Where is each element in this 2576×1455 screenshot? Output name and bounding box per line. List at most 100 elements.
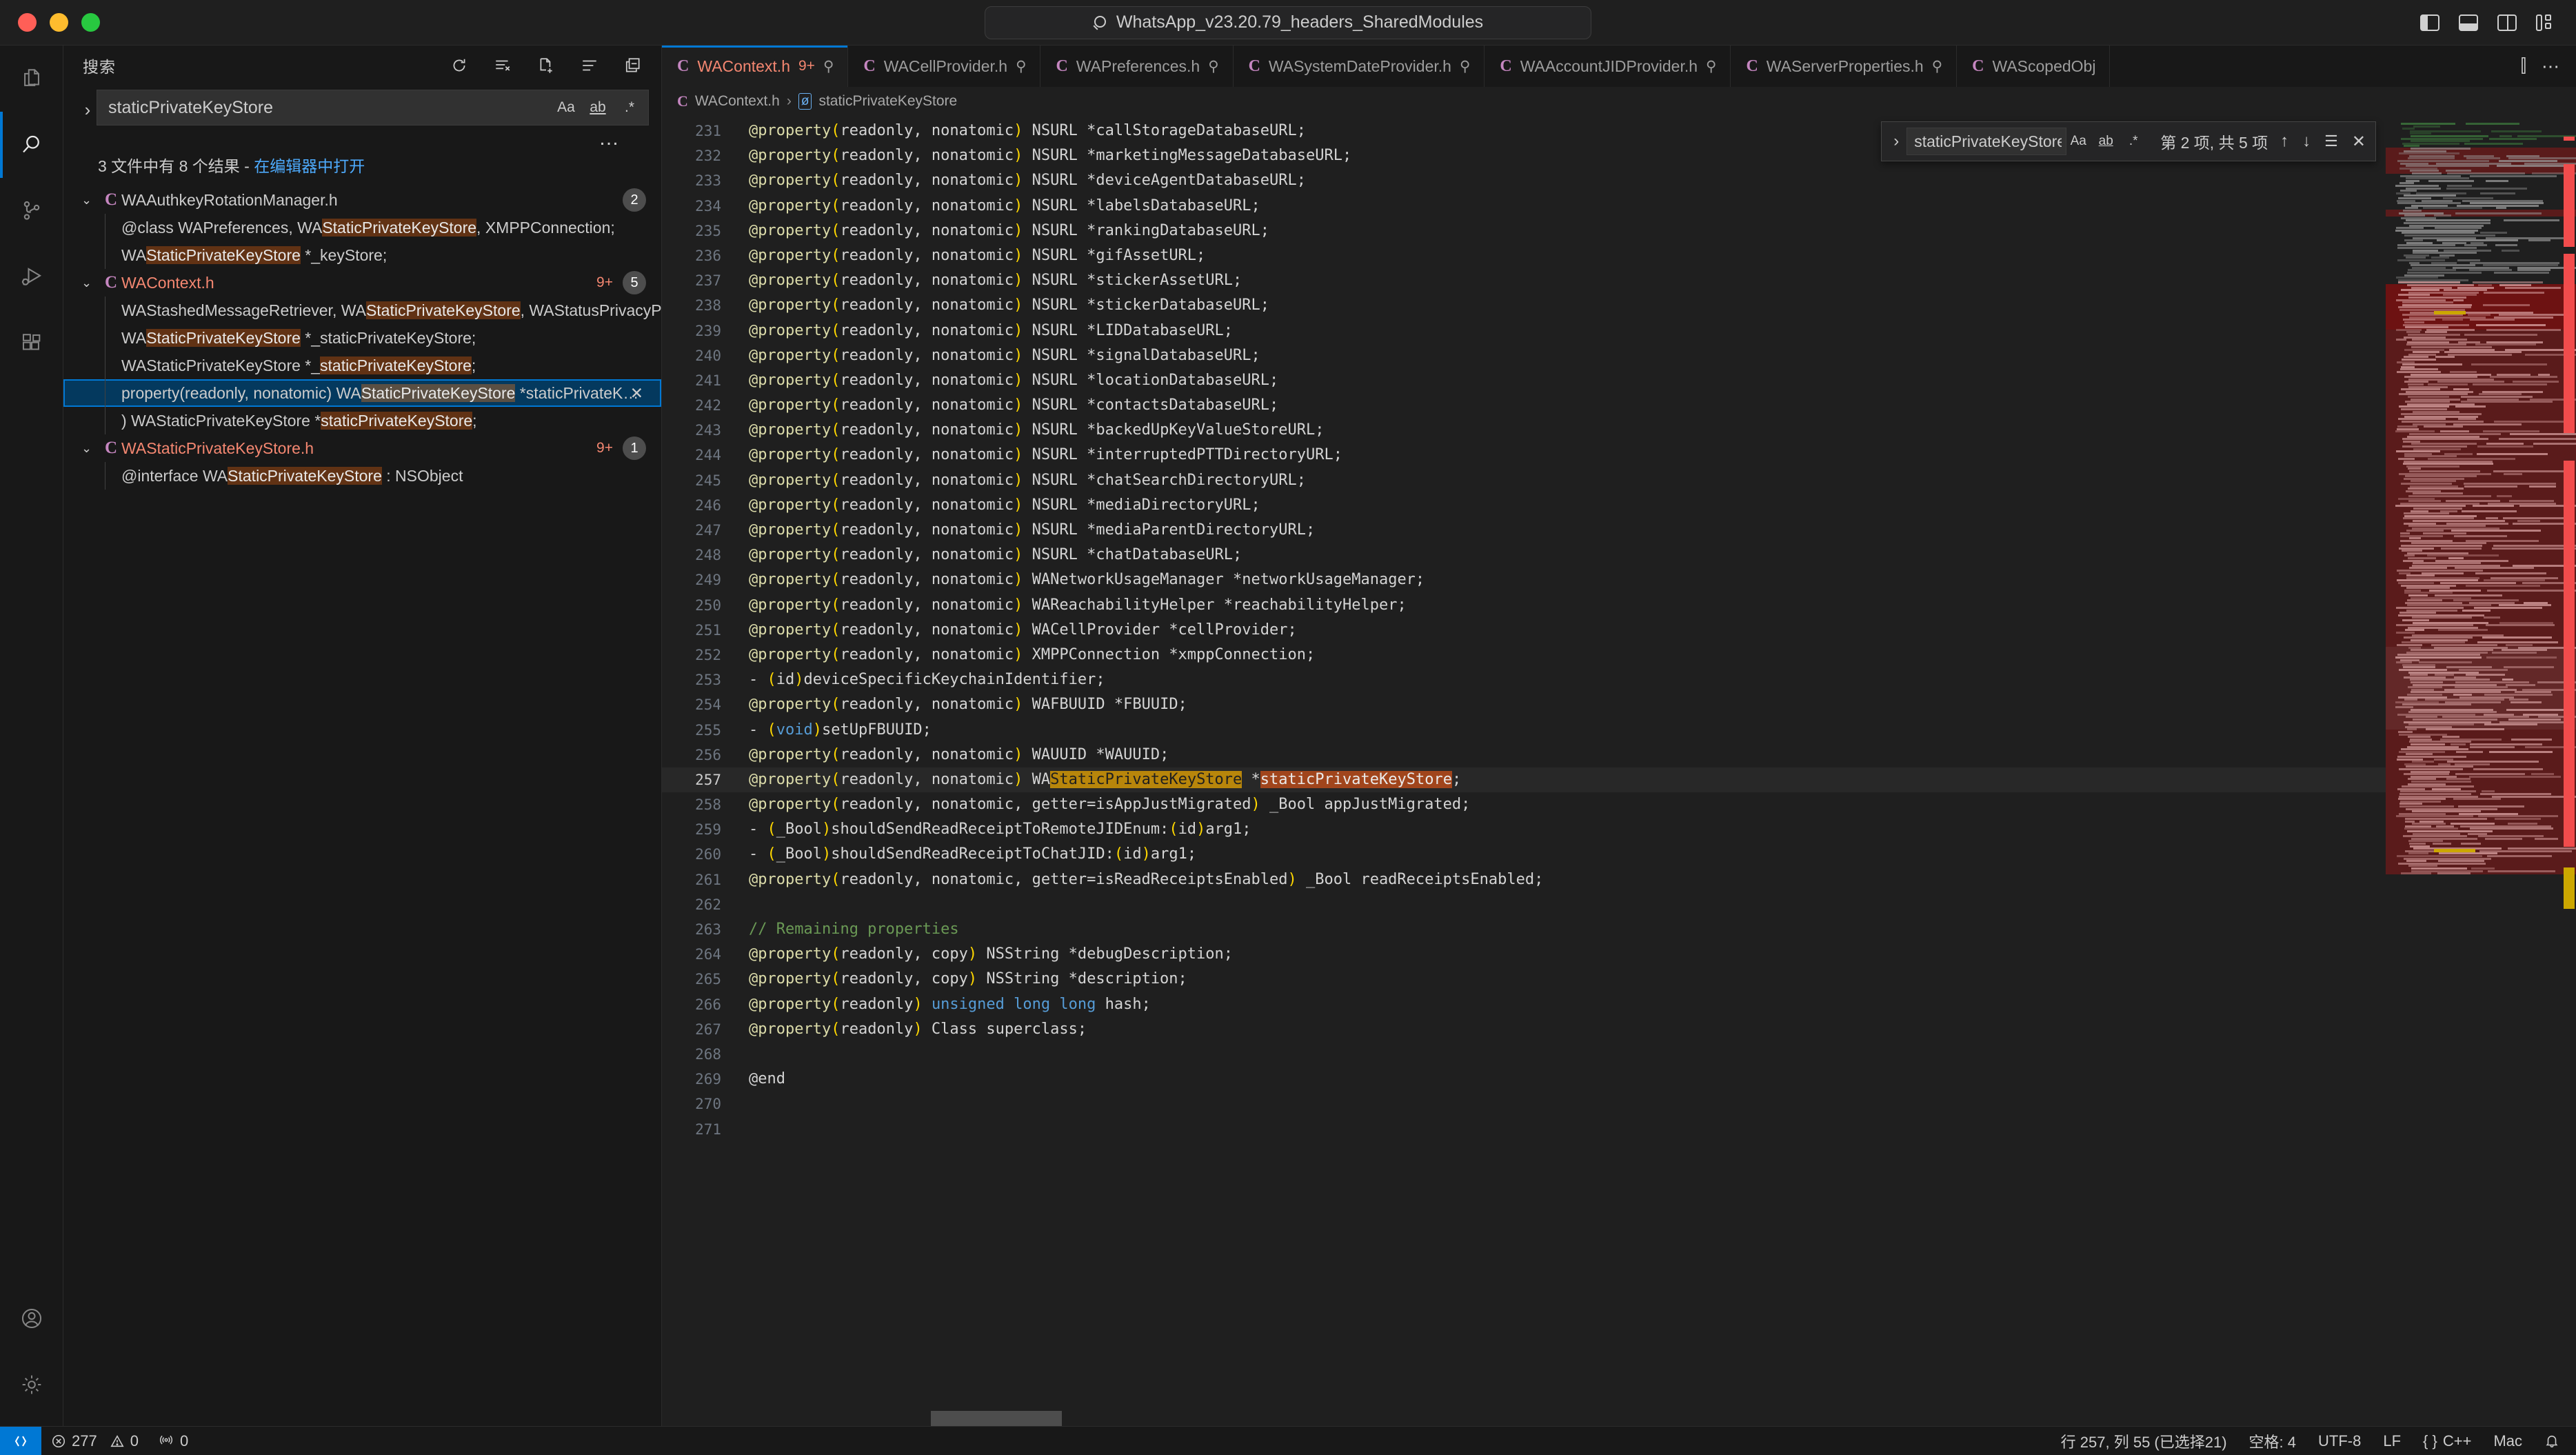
code-line[interactable]: 266 @property(readonly) unsigned long lon… xyxy=(662,992,2386,1017)
minimap-viewport[interactable] xyxy=(2386,647,2576,730)
search-result-match-row[interactable]: WAStaticPrivateKeyStore *_staticPrivateK… xyxy=(63,352,661,379)
code-line[interactable]: 244 @property(readonly, nonatomic) NSURL … xyxy=(662,443,2386,468)
collapse-all-icon[interactable] xyxy=(620,52,646,79)
code-lines[interactable]: 231 @property(readonly, nonatomic) NSURL … xyxy=(662,116,2386,1142)
breadcrumb-file[interactable]: WAContext.h xyxy=(695,93,780,110)
pin-icon[interactable]: ⚲ xyxy=(823,58,834,75)
code-line[interactable]: 251 @property(readonly, nonatomic) WACell… xyxy=(662,618,2386,643)
toggle-panel-icon[interactable] xyxy=(2459,14,2478,31)
code-line[interactable]: 257 @property(readonly, nonatomic) WAStat… xyxy=(662,767,2386,793)
clear-results-icon[interactable] xyxy=(490,52,516,79)
search-result-match-row[interactable]: @class WAPreferences, WAStaticPrivateKey… xyxy=(63,214,661,241)
code-line[interactable]: 247 @property(readonly, nonatomic) NSURL … xyxy=(662,518,2386,543)
search-input[interactable]: staticPrivateKeyStore Aa ab .* xyxy=(97,90,649,126)
problems-status[interactable]: 277 0 xyxy=(41,1427,148,1455)
editor-tab[interactable]: C WAContext.h 9+ ⚲ xyxy=(662,46,849,87)
match-whole-word-icon[interactable]: ab xyxy=(585,94,611,121)
pin-icon[interactable]: ⚲ xyxy=(1460,58,1470,75)
find-input[interactable]: staticPrivateKeyStore xyxy=(1906,128,2067,155)
code-line[interactable]: 254 @property(readonly, nonatomic) WAFBUU… xyxy=(662,692,2386,717)
breadcrumb[interactable]: C WAContext.h › ø staticPrivateKeyStore xyxy=(662,87,2576,116)
view-as-list-icon[interactable] xyxy=(576,52,603,79)
search-result-match-row[interactable]: @interface WAStaticPrivateKeyStore : NSO… xyxy=(63,462,661,490)
pin-icon[interactable]: ⚲ xyxy=(1208,58,1218,75)
code-line[interactable]: 255 - (void)setUpFBUUID; xyxy=(662,718,2386,743)
code-line[interactable]: 249 @property(readonly, nonatomic) WANetw… xyxy=(662,568,2386,592)
search-results-tree[interactable]: ⌄ C WAAuthkeyRotationManager.h 2 @class WAPr… xyxy=(63,183,661,1426)
code-line[interactable]: 241 @property(readonly, nonatomic) NSURL … xyxy=(662,368,2386,393)
code-line[interactable]: 260- (_Bool)shouldSendReadReceiptToChatJ… xyxy=(662,842,2386,867)
ports-status[interactable]: 0 xyxy=(148,1427,198,1455)
code-line[interactable]: 243 @property(readonly, nonatomic) NSURL … xyxy=(662,418,2386,443)
code-line[interactable]: 259- (_Bool)shouldSendReadReceiptToRemot… xyxy=(662,817,2386,842)
find-in-selection-icon[interactable]: ☰ xyxy=(2324,132,2338,150)
code-line[interactable]: 248 @property(readonly, nonatomic) NSURL … xyxy=(662,543,2386,568)
code-line[interactable]: 258 @property(readonly, nonatomic, getter… xyxy=(662,792,2386,817)
pin-icon[interactable]: ⚲ xyxy=(1932,58,1942,75)
pin-icon[interactable]: ⚲ xyxy=(1706,58,1716,75)
code-line[interactable]: 267 @property(readonly) Class superclass; xyxy=(662,1017,2386,1042)
code-line[interactable]: 237 @property(readonly, nonatomic) NSURL … xyxy=(662,268,2386,293)
search-result-file-row[interactable]: ⌄ C WAContext.h 9+ 5 xyxy=(63,269,661,297)
language-mode-status[interactable]: { } C++ xyxy=(2412,1427,2482,1455)
editor-tab[interactable]: C WAScopedObj xyxy=(1957,46,2111,87)
code-line[interactable]: 240 @property(readonly, nonatomic) NSURL … xyxy=(662,343,2386,368)
match-case-icon[interactable]: Aa xyxy=(553,94,579,121)
code-line[interactable]: 269 @end xyxy=(662,1067,2386,1092)
code-line[interactable]: 264 @property(readonly, copy) NSString *d… xyxy=(662,942,2386,967)
code-line[interactable]: 239 @property(readonly, nonatomic) NSURL … xyxy=(662,319,2386,343)
match-case-icon[interactable]: Aa xyxy=(2066,130,2090,153)
minimap-overview-ruler[interactable] xyxy=(2562,116,2576,1426)
indentation-status[interactable]: 空格: 4 xyxy=(2238,1427,2307,1455)
previous-match-icon[interactable]: ↑ xyxy=(2280,132,2288,151)
search-result-match-row[interactable]: WAStaticPrivateKeyStore *_staticPrivateK… xyxy=(63,324,661,352)
breadcrumb-symbol[interactable]: staticPrivateKeyStore xyxy=(818,93,957,110)
code-line[interactable]: 250 @property(readonly, nonatomic) WAReac… xyxy=(662,593,2386,618)
platform-status[interactable]: Mac xyxy=(2482,1427,2533,1455)
search-more-actions[interactable]: … xyxy=(79,126,649,150)
refresh-icon[interactable] xyxy=(446,52,472,79)
sidebar-item-explorer[interactable] xyxy=(0,46,63,112)
eol-status[interactable]: LF xyxy=(2372,1427,2412,1455)
find-widget[interactable]: › staticPrivateKeyStore Aa ab .* 第 2 项, … xyxy=(1881,121,2376,161)
editor-tab[interactable]: C WACellProvider.h ⚲ xyxy=(848,46,1041,87)
editor-tab[interactable]: C WASystemDateProvider.h ⚲ xyxy=(1233,46,1485,87)
open-in-editor-link[interactable]: 在编辑器中打开 xyxy=(254,157,365,175)
code-line[interactable]: 265 @property(readonly, copy) NSString *d… xyxy=(662,967,2386,992)
code-scroll-region[interactable]: 231 @property(readonly, nonatomic) NSURL … xyxy=(662,116,2386,1426)
encoding-status[interactable]: UTF-8 xyxy=(2307,1427,2372,1455)
sidebar-item-manage[interactable] xyxy=(0,1352,63,1418)
sidebar-item-search[interactable] xyxy=(0,112,63,178)
chevron-down-icon[interactable]: ⌄ xyxy=(81,441,101,456)
sidebar-item-accounts[interactable] xyxy=(0,1285,63,1352)
close-window-button[interactable] xyxy=(18,13,37,32)
toggle-secondary-sidebar-icon[interactable] xyxy=(2497,14,2517,31)
sidebar-item-extensions[interactable] xyxy=(0,310,63,377)
code-line[interactable]: 242 @property(readonly, nonatomic) NSURL … xyxy=(662,393,2386,418)
editor-tabs[interactable]: C WAContext.h 9+ ⚲ C WACellProvider.h ⚲ C WAPref… xyxy=(662,46,2576,87)
code-line[interactable]: 261 @property(readonly, nonatomic, getter… xyxy=(662,867,2386,892)
search-result-file-row[interactable]: ⌄ C WAAuthkeyRotationManager.h 2 xyxy=(63,186,661,214)
chevron-down-icon[interactable]: ⌄ xyxy=(81,193,101,208)
code-line[interactable]: 268 xyxy=(662,1042,2386,1067)
code-line[interactable]: 238 @property(readonly, nonatomic) NSURL … xyxy=(662,293,2386,318)
code-line[interactable]: 235 @property(readonly, nonatomic) NSURL … xyxy=(662,219,2386,243)
chevron-down-icon[interactable]: ⌄ xyxy=(81,276,101,290)
code-line[interactable]: 245 @property(readonly, nonatomic) NSURL … xyxy=(662,468,2386,493)
notifications-status[interactable] xyxy=(2533,1427,2576,1455)
pin-icon[interactable]: ⚲ xyxy=(1016,58,1026,75)
use-regex-icon[interactable]: .* xyxy=(616,94,643,121)
code-line[interactable]: 252 @property(readonly, nonatomic) XMPPCo… xyxy=(662,643,2386,668)
horizontal-scrollbar[interactable] xyxy=(662,1411,2195,1426)
search-result-match-row[interactable]: WAStashedMessageRetriever, WAStaticPriva… xyxy=(63,297,661,324)
maximize-window-button[interactable] xyxy=(81,13,100,32)
remote-indicator[interactable] xyxy=(0,1426,41,1455)
toggle-replace-icon[interactable]: › xyxy=(79,90,97,121)
toggle-primary-sidebar-icon[interactable] xyxy=(2420,14,2439,31)
code-line[interactable]: 253 - (id)deviceSpecificKeychainIdentifie… xyxy=(662,668,2386,692)
new-search-editor-icon[interactable] xyxy=(533,52,559,79)
code-line[interactable]: 270 xyxy=(662,1092,2386,1116)
code-line[interactable]: 233 @property(readonly, nonatomic) NSURL … xyxy=(662,168,2386,193)
editor-tab[interactable]: C WAAccountJIDProvider.h ⚲ xyxy=(1485,46,1731,87)
code-line[interactable]: 236 @property(readonly, nonatomic) NSURL … xyxy=(662,243,2386,268)
